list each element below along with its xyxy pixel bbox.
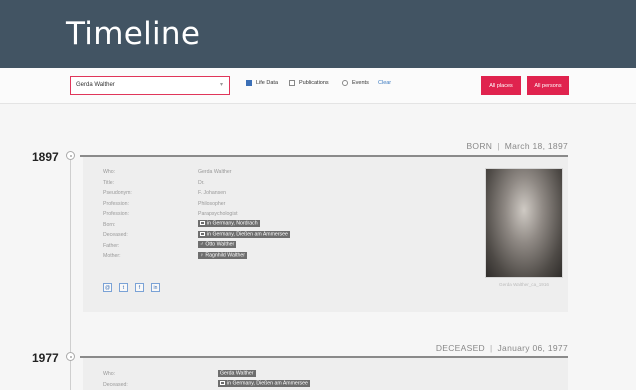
event-header: DECEASED | January 06, 1977 bbox=[435, 343, 568, 353]
field-label: Who: bbox=[103, 371, 116, 377]
field-label: Deceased: bbox=[103, 381, 128, 388]
field-label: Mother: bbox=[103, 253, 121, 259]
field-label: Deceased: bbox=[103, 232, 128, 238]
all-places-button[interactable]: All places bbox=[481, 76, 521, 95]
event-card: Who: Gerda Walther Deceased: in Germany,… bbox=[83, 358, 568, 390]
field-label: Profession: bbox=[103, 200, 129, 207]
deceased-place-text: in Germany, Dießen am Ammersee bbox=[227, 380, 308, 387]
field-value: Gerda Walther bbox=[198, 169, 232, 175]
deceased-place-tag[interactable]: in Germany, Dießen am Ammersee bbox=[218, 380, 310, 387]
person-select[interactable]: Gerda Walther ▾ bbox=[70, 76, 230, 95]
page-header: Timeline bbox=[0, 0, 636, 68]
portrait-caption: Gerda Walther_ca_1916 bbox=[499, 282, 549, 287]
all-persons-button[interactable]: All persons bbox=[527, 76, 569, 95]
publications-label: Publications bbox=[299, 80, 329, 86]
field-label: Pseudonym: bbox=[103, 190, 132, 196]
events-filter[interactable]: Events bbox=[342, 80, 369, 86]
map-icon bbox=[220, 381, 225, 385]
page-title: Timeline bbox=[66, 16, 201, 52]
mother-tag[interactable]: ♀ Ragnhild Walther bbox=[198, 251, 247, 259]
publications-filter[interactable]: Publications bbox=[289, 80, 329, 86]
map-icon bbox=[200, 221, 205, 225]
event-card: Who: Gerda Walther Title: Dr. Pseudonym:… bbox=[83, 157, 568, 312]
field-value: Dr. bbox=[198, 179, 205, 186]
event-date: January 06, 1977 bbox=[497, 343, 568, 353]
twitter-share-icon[interactable]: t bbox=[119, 283, 128, 292]
portrait-image bbox=[485, 168, 563, 278]
event-year: 1897 bbox=[32, 150, 59, 164]
event-year: 1977 bbox=[32, 351, 59, 365]
filter-bar: Gerda Walther ▾ Life Data Publications E… bbox=[0, 68, 636, 104]
email-share-icon[interactable]: @ bbox=[103, 283, 112, 292]
deceased-place-text: in Germany, Dießen am Ammersee bbox=[207, 231, 288, 237]
field-label: Father: bbox=[103, 242, 120, 249]
field-label: Born: bbox=[103, 221, 116, 228]
linkedin-share-icon[interactable]: in bbox=[151, 283, 160, 292]
events-label: Events bbox=[352, 80, 369, 86]
father-tag[interactable]: ♂ Otto Walther bbox=[198, 241, 237, 248]
publications-checkbox[interactable] bbox=[289, 80, 295, 86]
life-data-filter[interactable]: Life Data bbox=[246, 80, 278, 86]
field-value: Parapsychologist bbox=[198, 211, 238, 217]
event-type: DECEASED bbox=[435, 343, 485, 353]
facebook-share-icon[interactable]: f bbox=[135, 283, 144, 292]
event-header: BORN | March 18, 1897 bbox=[466, 141, 568, 151]
life-data-checkbox[interactable] bbox=[246, 80, 252, 86]
timeline-node bbox=[66, 151, 75, 160]
field-value: Philosopher bbox=[198, 200, 226, 207]
who-tag[interactable]: Gerda Walther bbox=[218, 369, 256, 377]
father-name: Otto Walther bbox=[205, 241, 235, 248]
born-place-text: in Germany, Nordrach bbox=[207, 220, 258, 227]
who-name: Gerda Walther bbox=[220, 370, 254, 376]
field-label: Profession: bbox=[103, 211, 129, 217]
deceased-place-tag[interactable]: in Germany, Dießen am Ammersee bbox=[198, 230, 290, 238]
field-label: Who: bbox=[103, 169, 116, 175]
field-label: Title: bbox=[103, 179, 115, 186]
event-date: March 18, 1897 bbox=[504, 141, 568, 151]
mother-name: Ragnhild Walther bbox=[205, 252, 245, 258]
born-place-tag[interactable]: in Germany, Nordrach bbox=[198, 220, 260, 227]
chevron-down-icon: ▾ bbox=[219, 82, 223, 88]
timeline-node bbox=[66, 352, 75, 361]
person-select-value: Gerda Walther bbox=[76, 82, 115, 88]
events-radio[interactable] bbox=[342, 80, 348, 86]
field-value: F. Johansen bbox=[198, 190, 226, 196]
life-data-label: Life Data bbox=[256, 80, 279, 86]
event-type: BORN bbox=[466, 141, 493, 151]
clear-link[interactable]: Clear bbox=[378, 80, 391, 86]
map-icon bbox=[200, 231, 205, 236]
